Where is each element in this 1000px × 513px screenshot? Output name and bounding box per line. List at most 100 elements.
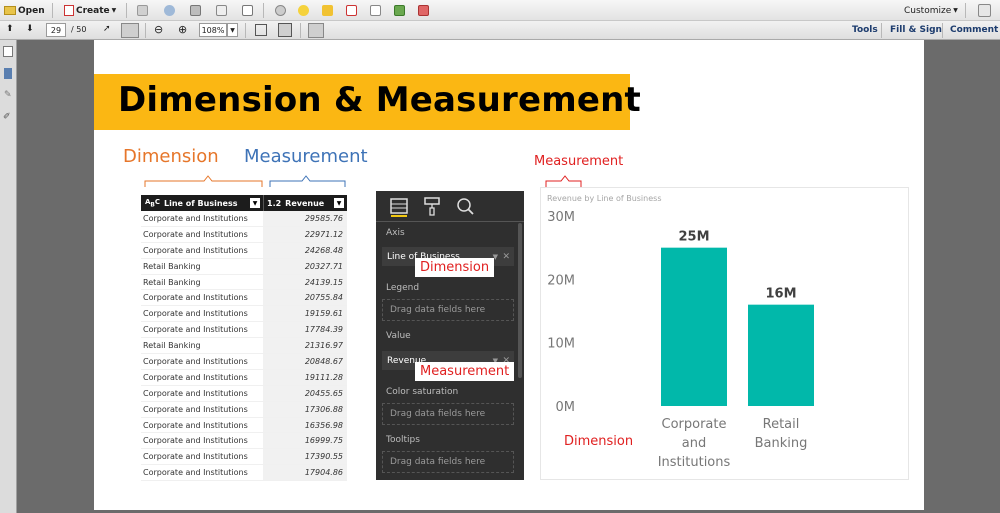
cell-line-of-business: Corporate and Institutions xyxy=(143,293,248,303)
table-row[interactable]: Retail Banking 20327.71 xyxy=(141,258,347,275)
fit-page-icon[interactable] xyxy=(255,24,267,36)
read-mode-icon[interactable] xyxy=(308,23,324,38)
cell-line-of-business: Corporate and Institutions xyxy=(143,356,248,366)
expand-icon[interactable] xyxy=(978,4,991,17)
fields-tab-icon[interactable] xyxy=(388,195,410,217)
visualization-fields-panel: Axis Line of Business ▼ ✕ Legend Drag da… xyxy=(376,191,524,480)
cell-revenue: 24139.15 xyxy=(263,274,347,290)
table-row[interactable]: Corporate and Institutions 22971.12 xyxy=(141,226,347,243)
table-row[interactable]: Corporate and Institutions 17306.88 xyxy=(141,401,347,418)
table-row[interactable]: Corporate and Institutions 24268.48 xyxy=(141,242,347,259)
fill-sign-pane-link[interactable]: Fill & Sign xyxy=(890,25,942,35)
cell-revenue: 20848.67 xyxy=(263,354,347,369)
table-row[interactable]: Corporate and Institutions 17390.55 xyxy=(141,449,347,466)
table-row[interactable]: Corporate and Institutions 16999.75 xyxy=(141,433,347,450)
number-type-icon: 1.2 xyxy=(267,198,282,208)
zoom-dropdown-icon[interactable]: ▼ xyxy=(227,23,238,37)
toolbar-divider xyxy=(300,23,301,38)
cell-line-of-business: Corporate and Institutions xyxy=(143,436,248,446)
toolbar-divider xyxy=(52,3,53,18)
gear-icon[interactable] xyxy=(275,5,286,16)
cell-line-of-business: Corporate and Institutions xyxy=(143,229,248,239)
export-icon[interactable] xyxy=(394,5,405,16)
stamp-icon[interactable] xyxy=(370,5,381,16)
table-row[interactable]: Retail Banking 24139.15 xyxy=(141,274,347,291)
value-section-label: Value xyxy=(386,331,411,341)
navigation-toolbar: ⬆ ⬇ 29 / 50 ➚ ⊖ ⊕ 108% ▼ Tools Fill & Si… xyxy=(0,21,1000,40)
cell-revenue: 20327.71 xyxy=(263,258,347,274)
cell-line-of-business: Corporate and Institutions xyxy=(143,468,248,478)
edit-icon[interactable] xyxy=(216,5,227,16)
table-row[interactable]: Corporate and Institutions 17784.39 xyxy=(141,322,347,339)
cell-line-of-business: Retail Banking xyxy=(143,341,201,351)
print-icon[interactable] xyxy=(190,5,201,16)
zoom-input[interactable]: 108% xyxy=(199,23,227,37)
hand-tool-icon[interactable] xyxy=(121,23,139,38)
legend-drop-zone[interactable]: Drag data fields here xyxy=(382,299,514,321)
analytics-magnifier-icon[interactable] xyxy=(454,195,476,217)
comment-pane-link[interactable]: Comment xyxy=(950,25,998,35)
panel-scrollbar[interactable] xyxy=(518,223,522,378)
color-saturation-drop-zone[interactable]: Drag data fields here xyxy=(382,403,514,425)
cell-line-of-business: Corporate and Institutions xyxy=(143,309,248,319)
document-page: Dimension & Measurement Dimension Measur… xyxy=(94,40,924,510)
y-tick-label: 20M xyxy=(547,273,575,288)
table-row[interactable]: Corporate and Institutions 19111.28 xyxy=(141,369,347,386)
create-pdf-icon xyxy=(64,5,74,16)
legend-section-label: Legend xyxy=(386,283,420,293)
sign-icon[interactable] xyxy=(346,5,357,16)
bookmark-icon[interactable] xyxy=(4,68,12,79)
comment-icon[interactable] xyxy=(298,5,309,16)
cell-line-of-business: Corporate and Institutions xyxy=(143,452,248,462)
signature-icon[interactable]: ✐ xyxy=(3,112,11,122)
cell-revenue: 17784.39 xyxy=(263,322,347,338)
share-icon[interactable] xyxy=(418,5,429,16)
highlight-icon[interactable] xyxy=(322,5,333,16)
column-header-line-of-business[interactable]: ABC Line of Business ▼ xyxy=(141,195,263,211)
table-row[interactable]: Corporate and Institutions 29585.76 xyxy=(141,211,347,227)
cloud-icon[interactable] xyxy=(164,5,175,16)
email-icon[interactable] xyxy=(242,5,253,16)
dimension-callout: Dimension xyxy=(415,258,495,277)
zoom-out-icon[interactable]: ⊖ xyxy=(154,23,163,36)
cell-revenue: 21316.97 xyxy=(263,338,347,354)
format-paint-roller-icon[interactable] xyxy=(421,195,443,217)
data-label: 16M xyxy=(765,287,796,302)
table-row[interactable]: Corporate and Institutions 20848.67 xyxy=(141,354,347,370)
column-header-revenue[interactable]: 1.2 Revenue ▼ xyxy=(263,195,347,211)
arrow-up-icon[interactable]: ⬆ xyxy=(6,24,14,34)
cell-revenue: 24268.48 xyxy=(263,242,347,258)
cell-line-of-business: Corporate and Institutions xyxy=(143,245,248,255)
axis-section-label: Axis xyxy=(386,228,405,238)
customize-button[interactable]: Customize ▼ xyxy=(904,3,958,18)
table-row[interactable]: Corporate and Institutions 20455.65 xyxy=(141,385,347,402)
tools-pane-link[interactable]: Tools xyxy=(852,25,878,35)
tooltips-drop-zone[interactable]: Drag data fields here xyxy=(382,451,514,473)
create-button[interactable]: Create ▼ xyxy=(64,3,116,18)
table-row[interactable]: Corporate and Institutions 20755.84 xyxy=(141,290,347,307)
save-icon[interactable] xyxy=(137,5,148,16)
toolbar-divider xyxy=(881,23,882,38)
zoom-in-icon[interactable]: ⊕ xyxy=(178,23,187,36)
panel-divider xyxy=(376,221,524,222)
arrow-down-icon[interactable]: ⬇ xyxy=(26,24,34,34)
table-row[interactable]: Corporate and Institutions 16356.98 xyxy=(141,417,347,434)
select-tool-icon[interactable]: ➚ xyxy=(103,24,111,34)
table-row[interactable]: Corporate and Institutions 17904.86 xyxy=(141,465,347,482)
table-row[interactable]: Retail Banking 21316.97 xyxy=(141,338,347,355)
main-toolbar: Open Create ▼ Customize ▼ xyxy=(0,0,1000,21)
toolbar-divider xyxy=(126,3,127,18)
cell-line-of-business: Corporate and Institutions xyxy=(143,420,248,430)
fit-width-icon[interactable] xyxy=(278,23,292,37)
chevron-down-icon[interactable]: ▼ xyxy=(334,198,344,208)
panel-tabs xyxy=(376,191,524,221)
attachment-icon[interactable]: ✎ xyxy=(4,90,12,100)
chevron-down-icon[interactable]: ▼ xyxy=(250,198,260,208)
cell-line-of-business: Corporate and Institutions xyxy=(143,388,248,398)
open-button[interactable]: Open xyxy=(4,3,45,18)
close-icon[interactable]: ✕ xyxy=(502,252,510,262)
page-thumbnails-icon[interactable] xyxy=(3,46,13,57)
measurement-annotation-label: Measurement xyxy=(534,154,624,169)
page-number-input[interactable]: 29 xyxy=(46,23,66,37)
table-row[interactable]: Corporate and Institutions 19159.61 xyxy=(141,306,347,323)
